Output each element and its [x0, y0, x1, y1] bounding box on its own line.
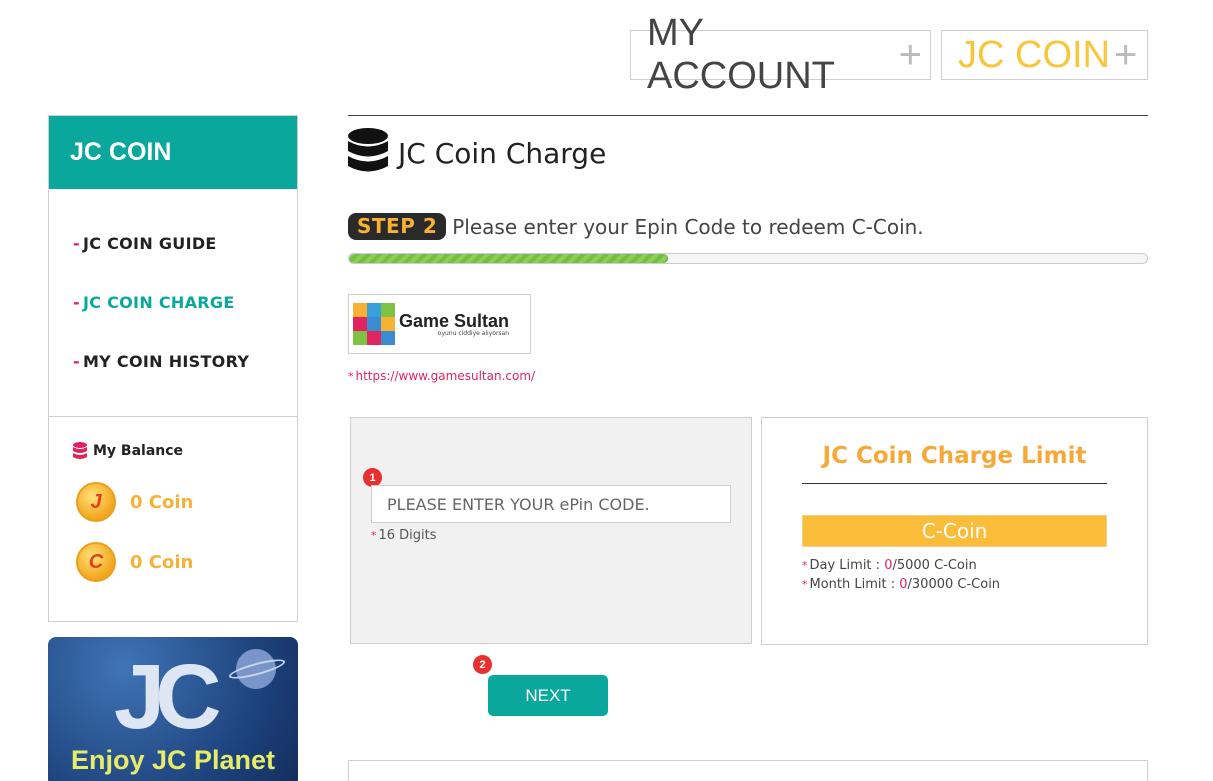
sidebar-title: JC COIN — [49, 116, 297, 189]
j-coin-icon: J — [76, 482, 116, 522]
page-title: JC Coin Charge — [348, 128, 606, 178]
sidebar-item-label: JC COIN GUIDE — [82, 234, 217, 253]
database-icon — [348, 128, 388, 172]
month-limit: * Month Limit : 0/30000 C-Coin — [802, 577, 1000, 592]
my-account-button[interactable]: MY ACCOUNT + — [630, 12, 931, 97]
progress-fill — [349, 254, 669, 263]
plus-icon: + — [1114, 32, 1138, 77]
day-limit: * Day Limit : 0/5000 C-Coin — [802, 558, 977, 573]
vendor-url: https://www.gamesultan.com/ — [355, 369, 536, 383]
day-limit-max: /5000 C-Coin — [892, 558, 977, 573]
j-coin-value: 0 Coin — [130, 491, 194, 513]
asterisk-icon: * — [802, 559, 808, 572]
bullet-dash: - — [73, 293, 80, 312]
vendor-link[interactable]: * https://www.gamesultan.com/ — [348, 369, 535, 383]
my-account-label: MY ACCOUNT — [647, 12, 835, 97]
sidebar-item-coin-history[interactable]: - MY COIN HISTORY — [73, 352, 249, 371]
month-limit-used: 0 — [899, 577, 908, 592]
plus-icon: + — [898, 32, 922, 77]
j-coin-balance: J 0 Coin — [76, 482, 193, 522]
next-button[interactable]: NEXT — [488, 675, 608, 716]
month-limit-max: /30000 C-Coin — [907, 577, 1001, 592]
limit-title: JC Coin Charge Limit — [822, 443, 1087, 469]
c-coin-icon: C — [76, 542, 116, 582]
sidebar-item-label: JC COIN CHARGE — [82, 293, 235, 312]
divider — [348, 115, 1148, 116]
database-icon — [73, 442, 87, 459]
asterisk-icon: * — [802, 578, 808, 591]
step-header: STEP 2 Please enter your Epin Code to re… — [348, 213, 924, 240]
balance-title-label: My Balance — [93, 443, 184, 459]
vendor-logo[interactable]: Game Sultan oyunu ciddiye alıyorsan — [348, 294, 531, 354]
balance-panel: My Balance J 0 Coin C 0 Coin — [48, 416, 298, 622]
divider — [802, 483, 1107, 484]
sidebar-item-label: MY COIN HISTORY — [82, 352, 250, 371]
asterisk-icon: * — [348, 370, 354, 383]
c-coin-value: 0 Coin — [130, 551, 194, 573]
game-sultan-logo-icon — [353, 303, 395, 345]
epin-input[interactable] — [371, 485, 731, 523]
sidebar-item-coin-charge[interactable]: - JC COIN CHARGE — [73, 293, 235, 312]
step-instruction: Please enter your Epin Code to redeem C-… — [452, 214, 924, 239]
month-limit-label: Month Limit : — [809, 577, 900, 592]
c-coin-balance: C 0 Coin — [76, 542, 193, 582]
jc-coin-button[interactable]: JC COIN + — [941, 30, 1148, 80]
epin-hint: * 16 Digits — [371, 528, 437, 543]
jc-coin-label: JC COIN — [958, 33, 1110, 76]
sidebar-item-coin-guide[interactable]: - JC COIN GUIDE — [73, 234, 217, 253]
day-limit-label: Day Limit : — [809, 558, 885, 573]
step-number-badge: 2 — [473, 655, 492, 674]
epin-hint-text: 16 Digits — [378, 528, 437, 543]
bottom-panel — [348, 760, 1148, 781]
jc-logo: JC — [114, 646, 222, 748]
bullet-dash: - — [73, 234, 80, 253]
vendor-name: Game Sultan — [399, 310, 510, 331]
banner-text: Enjoy JC Planet — [70, 745, 276, 775]
progress-bar — [348, 253, 1148, 264]
vendor-tagline: oyunu ciddiye alıyorsan — [437, 329, 510, 337]
asterisk-icon: * — [371, 529, 377, 542]
currency-bar: C-Coin — [802, 515, 1107, 547]
bullet-dash: - — [73, 352, 80, 371]
step-badge: STEP 2 — [348, 213, 447, 240]
jc-planet-banner[interactable]: JC Enjoy JC Planet — [48, 637, 298, 781]
page-title-text: JC Coin Charge — [398, 136, 607, 170]
sidebar-menu: JC COIN - JC COIN GUIDE - JC COIN CHARGE -… — [48, 115, 298, 417]
charge-limit-panel: JC Coin Charge Limit C-Coin * Day Limit :… — [761, 417, 1148, 645]
balance-title: My Balance — [73, 442, 183, 460]
epin-panel: 1 *16 Digits — [350, 417, 752, 644]
